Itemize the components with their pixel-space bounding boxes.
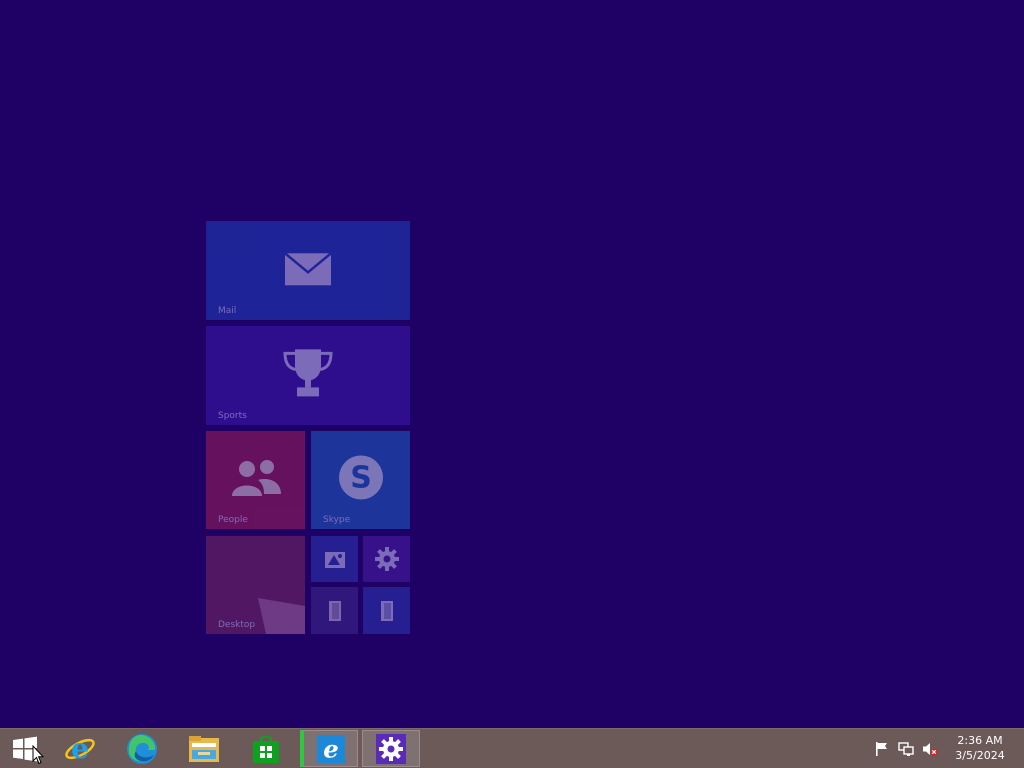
tile-sports[interactable]: Sports [206, 326, 410, 425]
tile-people[interactable]: People [206, 431, 305, 529]
tile-label: Mail [218, 306, 237, 316]
taskbar-store[interactable] [238, 730, 294, 767]
internet-explorer-icon: e [65, 733, 95, 765]
tile-skype[interactable]: S Skype [311, 431, 410, 529]
system-clock[interactable]: 2:36 AM 3/5/2024 [944, 733, 1016, 765]
desktop[interactable]: Mail Sports People S Skype Desktop [0, 0, 1024, 728]
volume-muted-icon[interactable] [922, 741, 938, 757]
start-button[interactable] [0, 730, 50, 767]
svg-text:S: S [350, 461, 372, 496]
clock-date: 3/5/2024 [955, 749, 1005, 762]
settings-gear-icon [376, 733, 406, 764]
internet-explorer-icon: e [316, 734, 345, 763]
windows-logo-icon [13, 736, 37, 761]
skype-icon: S [338, 455, 383, 500]
taskbar-edge[interactable] [114, 730, 170, 767]
people-icon [231, 460, 281, 496]
tile-documents[interactable] [363, 587, 410, 634]
tile-label: Skype [323, 515, 351, 525]
edge-icon [127, 733, 157, 764]
file-explorer-icon [189, 735, 219, 762]
taskbar-settings-running[interactable] [362, 730, 420, 767]
tile-label: People [218, 515, 248, 525]
file-explorer-icon [328, 600, 341, 621]
tile-desktop[interactable]: Desktop [206, 536, 305, 634]
trophy-icon [283, 348, 333, 396]
tile-photos[interactable] [311, 536, 358, 582]
store-icon [253, 735, 279, 763]
taskbar-internet-explorer[interactable]: e [52, 730, 108, 767]
photos-icon [324, 552, 345, 568]
mail-icon [284, 251, 332, 285]
settings-gear-icon [374, 547, 399, 571]
tile-label: Sports [218, 411, 247, 421]
tile-settings[interactable] [363, 536, 410, 582]
tile-mail[interactable]: Mail [206, 221, 410, 320]
svg-text:e: e [71, 733, 89, 765]
documents-icon [380, 600, 393, 621]
network-icon[interactable] [898, 741, 914, 757]
action-center-flag-icon[interactable] [874, 741, 890, 757]
svg-text:e: e [323, 734, 339, 763]
clock-time: 2:36 AM [957, 734, 1003, 747]
tile-label: Desktop [218, 620, 256, 630]
tile-file-explorer[interactable] [311, 587, 358, 634]
taskbar-internet-explorer-running[interactable]: e [300, 730, 358, 767]
taskbar: e e 2:36 AM 3/5/2024 [0, 728, 1024, 768]
taskbar-file-explorer[interactable] [176, 730, 232, 767]
